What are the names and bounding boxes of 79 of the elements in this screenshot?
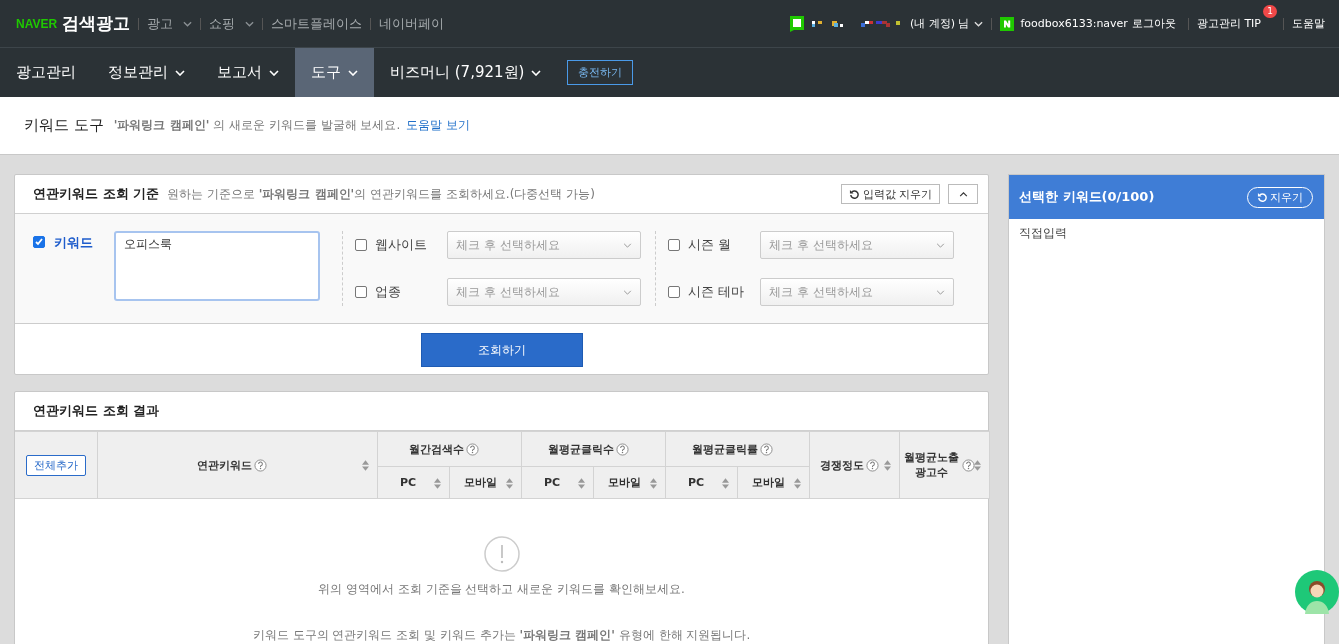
- top-link[interactable]: 스마트플레이스: [271, 14, 363, 33]
- reset-button[interactable]: 입력값 지우기: [840, 184, 940, 204]
- checkbox-label: 웹사이트: [375, 236, 429, 254]
- sort-icon[interactable]: [883, 460, 891, 471]
- help-icon[interactable]: [615, 442, 629, 456]
- column-header: 월평균클릭수: [521, 431, 665, 467]
- help-link[interactable]: 도움말: [1292, 16, 1325, 31]
- naver-n-icon: [1000, 16, 1015, 31]
- sort-icon[interactable]: [793, 477, 801, 489]
- chevron-down-icon: [623, 242, 633, 248]
- sort-icon[interactable]: [973, 460, 981, 471]
- add-all-button[interactable]: 전체추가: [25, 454, 86, 476]
- note-text: 키워드 도구의 연관키워드 조회 및 키워드 추가는 '파워링크 캠페인' 유형에 한해 지원됩니다.: [252, 627, 751, 644]
- help-icon[interactable]: [254, 458, 267, 472]
- empty-message: 위의 영역에서 조회 기준을 선택하고 새로운 키워드를 확인해보세요.: [318, 581, 685, 598]
- sortable-column-header[interactable]: 모바일: [449, 466, 521, 499]
- panel-title: 선택한 키워드(0/100): [1019, 188, 1155, 206]
- collapse-button[interactable]: [948, 184, 978, 204]
- top-link[interactable]: 쇼핑: [209, 14, 255, 33]
- chevron-down-icon: [623, 289, 633, 295]
- sortable-column-header[interactable]: 월평균노출 광고수: [899, 431, 989, 499]
- sortable-column-header[interactable]: 경쟁정도: [809, 431, 899, 499]
- chat-icon[interactable]: [789, 15, 804, 32]
- chevron-down-icon: [936, 289, 945, 295]
- nav-tab[interactable]: 정보관리: [92, 48, 201, 97]
- exclamation-icon: [483, 536, 520, 572]
- checkbox-label: 업종: [375, 283, 403, 301]
- logo-brand[interactable]: NAVER: [16, 16, 58, 31]
- avatar-icon[interactable]: [1295, 570, 1339, 614]
- charge-button[interactable]: 충전하기: [567, 60, 634, 85]
- logo-title[interactable]: 검색광고: [62, 12, 131, 35]
- sortable-column-header[interactable]: 모바일: [593, 466, 665, 499]
- filter-checkbox[interactable]: [355, 286, 368, 298]
- notification-badge: 1: [1263, 5, 1277, 18]
- sort-icon[interactable]: [721, 477, 729, 489]
- nav-tab[interactable]: 광고관리: [0, 48, 92, 97]
- panel-title: 연관키워드 조회 기준: [33, 185, 160, 203]
- panel-description: 원하는 기준으로 '파워링크 캠페인'의 연관키워드를 조회하세요.(다중선택 가능): [167, 185, 595, 203]
- sort-icon[interactable]: [649, 477, 657, 489]
- keyword-input[interactable]: 오피스룩: [114, 231, 320, 301]
- nav-tab[interactable]: 비즈머니 (7,921원): [374, 48, 558, 97]
- sortable-column-header[interactable]: PC: [665, 466, 737, 499]
- keyword-checkbox[interactable]: [33, 236, 45, 248]
- column-header: 월간검색수: [377, 431, 521, 467]
- checkbox-label: 시즌 월: [688, 236, 733, 254]
- nav-tab[interactable]: 도구: [295, 48, 374, 97]
- top-link[interactable]: 광고: [147, 14, 193, 33]
- column-header: 월평균클릭률: [665, 431, 809, 467]
- search-button[interactable]: 조회하기: [420, 333, 583, 367]
- sortable-column-header[interactable]: PC: [377, 466, 449, 499]
- mosaic-icon: [811, 18, 902, 29]
- checkbox-label: 시즌 테마: [688, 283, 746, 301]
- account-name[interactable]: (내 계정) 님: [909, 16, 970, 31]
- help-icon[interactable]: [759, 442, 773, 456]
- filter-checkbox[interactable]: [668, 286, 681, 298]
- filter-checkbox[interactable]: [668, 239, 681, 251]
- sortable-column-header[interactable]: 연관키워드: [97, 431, 377, 499]
- sort-icon[interactable]: [361, 460, 369, 471]
- chevron-down-icon: [936, 242, 945, 248]
- help-icon[interactable]: [466, 442, 479, 456]
- checkbox-label: 키워드: [54, 234, 94, 252]
- user-id: foodbox6133:naver: [1020, 17, 1128, 30]
- top-link[interactable]: 네이버페이: [379, 14, 445, 33]
- page-title: 키워드 도구: [24, 116, 104, 135]
- help-link[interactable]: 도움말 보기: [406, 117, 471, 134]
- nav-tab[interactable]: 보고서: [201, 48, 295, 97]
- logout-link[interactable]: 로그아웃: [1131, 16, 1176, 31]
- sort-icon[interactable]: [505, 477, 513, 489]
- help-icon[interactable]: [961, 458, 975, 472]
- sort-icon[interactable]: [433, 477, 441, 489]
- sort-icon[interactable]: [577, 477, 585, 489]
- refresh-icon: [1257, 191, 1268, 203]
- chevron-up-icon: [958, 191, 968, 197]
- refresh-icon: [848, 188, 860, 200]
- page-description: '파워링크 캠페인' 의 새로운 키워드를 발굴해 보세요.: [113, 117, 401, 134]
- panel-title: 연관키워드 조회 결과: [33, 402, 160, 420]
- sortable-column-header[interactable]: PC: [521, 466, 593, 499]
- help-icon[interactable]: [865, 458, 879, 472]
- filter-checkbox[interactable]: [355, 239, 368, 251]
